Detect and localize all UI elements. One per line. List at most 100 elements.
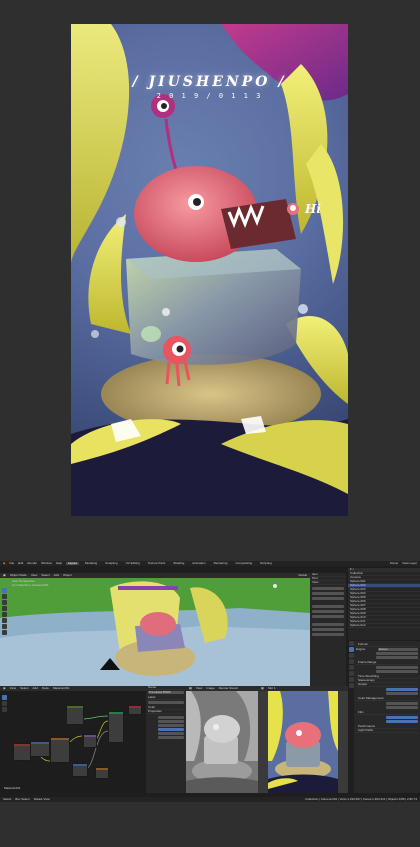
location-z-field[interactable] (312, 597, 344, 600)
node-bump[interactable] (72, 763, 88, 777)
tab-modeling[interactable]: Modeling (83, 561, 99, 565)
image-editor-type-icon[interactable]: ▦ (189, 686, 192, 690)
node-menu-view[interactable]: View (10, 686, 16, 690)
prop-section-film[interactable]: Film (356, 711, 418, 716)
sampling-viewport-field[interactable] (376, 656, 418, 660)
prop-section-color-management[interactable]: Color Management (356, 697, 418, 702)
frame-end-field[interactable] (376, 670, 418, 674)
render-view[interactable] (258, 691, 348, 793)
node-side-label-properties[interactable]: Properties (146, 710, 186, 714)
cursor-tool-icon[interactable] (2, 594, 7, 599)
editor-type-icon[interactable]: ▣ (3, 573, 6, 577)
image-menu-view[interactable]: View (196, 686, 202, 690)
object-properties-icon[interactable] (349, 671, 354, 676)
scale-y-field[interactable] (312, 628, 344, 631)
render-slot-label[interactable]: Slot 1 (268, 686, 276, 690)
measure-tool-icon[interactable] (2, 630, 7, 635)
view-transform-field[interactable] (386, 702, 418, 706)
output-toggle-field[interactable] (386, 688, 418, 692)
tab-shading[interactable]: Shading (171, 561, 186, 565)
render-properties-icon[interactable] (349, 641, 354, 646)
modifier-properties-icon[interactable] (349, 677, 354, 682)
rotation-x-field[interactable] (312, 605, 344, 608)
tab-layout[interactable]: Layout (66, 561, 80, 566)
render-engine-dropdown[interactable]: Eevee (378, 648, 418, 651)
film-transparent-field[interactable] (386, 720, 418, 724)
rotation-z-field[interactable] (312, 615, 344, 618)
node-noise-texture[interactable] (95, 767, 109, 779)
scale-x-field[interactable] (312, 623, 344, 626)
node-prop-field-6[interactable] (158, 736, 184, 739)
prop-section-frame-range[interactable]: Frame Range (356, 661, 418, 666)
node-prop-field-5[interactable] (158, 732, 184, 735)
sampling-render-field[interactable] (376, 652, 418, 656)
node-prop-field-3[interactable] (158, 724, 184, 727)
prop-section-output[interactable]: Output (356, 683, 418, 688)
node-color-ramp[interactable] (66, 705, 84, 725)
viewport-menu-select[interactable]: Select (41, 573, 49, 577)
viewport-3d[interactable]: User Perspective (1) Collection | Camera… (0, 578, 310, 686)
tab-sculpting[interactable]: Sculpting (103, 561, 119, 565)
node-menu-select[interactable]: Select (20, 686, 28, 690)
scale-tool-icon[interactable] (2, 612, 7, 617)
node-prop-field-1[interactable] (158, 716, 184, 719)
viewport-menu-object[interactable]: Object (63, 573, 72, 577)
world-properties-icon[interactable] (349, 665, 354, 670)
node-editor-type-icon[interactable]: ◉ (3, 686, 6, 690)
node-label-field[interactable] (148, 701, 184, 704)
scene-properties-icon[interactable] (349, 659, 354, 664)
node-prop-field-2[interactable] (158, 720, 184, 723)
node-menu-node[interactable]: Node (42, 686, 49, 690)
viewport-menu-view[interactable]: View (31, 573, 37, 577)
render-editor-type-icon[interactable]: ▦ (261, 686, 264, 690)
annotate-tool-icon[interactable] (2, 624, 7, 629)
scale-z-field[interactable] (312, 633, 344, 636)
film-filter-field[interactable] (386, 716, 418, 720)
material-selector[interactable]: Material.001 (53, 686, 70, 690)
tab-uv-editing[interactable]: UV Editing (124, 561, 142, 565)
transform-tool-icon[interactable] (2, 618, 7, 623)
select-tool-icon[interactable] (2, 588, 7, 593)
tab-scripting[interactable]: Scripting (258, 561, 274, 565)
output-properties-icon[interactable] (349, 647, 354, 652)
look-field[interactable] (386, 706, 418, 710)
node-prop-field-4[interactable] (158, 728, 184, 731)
rotate-tool-icon[interactable] (2, 606, 7, 611)
transform-orientation-dropdown[interactable]: Global (298, 573, 307, 577)
view-layer-selector[interactable]: View Layer (402, 561, 417, 565)
node-mix-rgb[interactable] (83, 734, 97, 748)
node-principled-bsdf[interactable] (108, 711, 124, 743)
menu-edit[interactable]: Edit (18, 561, 23, 565)
node-image-texture[interactable] (50, 737, 70, 763)
view-layer-properties-icon[interactable] (349, 653, 354, 658)
image-slot-selector[interactable]: Render Result (219, 686, 238, 690)
viewport-menu-add[interactable]: Add (54, 573, 59, 577)
rotation-y-field[interactable] (312, 610, 344, 613)
node-editor-canvas[interactable]: Material.001 (0, 691, 146, 793)
frame-start-field[interactable] (376, 666, 418, 670)
scene-selector[interactable]: Scene (390, 561, 399, 565)
node-menu-add[interactable]: Add (32, 686, 37, 690)
prop-section-light-paths[interactable]: Light Paths (356, 729, 418, 734)
outliner-item[interactable]: Sphere.012 (348, 624, 420, 628)
menu-file[interactable]: File (9, 561, 14, 565)
move-tool-icon[interactable] (2, 600, 7, 605)
object-mode-dropdown[interactable]: Object Mode (10, 573, 27, 577)
image-menu-image[interactable]: Image (206, 686, 214, 690)
node-material-output[interactable] (128, 705, 142, 715)
tab-texture-paint[interactable]: Texture Paint (146, 561, 168, 565)
location-y-field[interactable] (312, 592, 344, 595)
output-format-field[interactable] (386, 692, 418, 696)
node-name-field[interactable]: Principled BSDF (148, 691, 184, 694)
menu-render[interactable]: Render (27, 561, 37, 565)
material-properties-icon[interactable] (349, 683, 354, 688)
tab-animation[interactable]: Animation (190, 561, 207, 565)
node-mapping[interactable] (30, 741, 50, 757)
tab-rendering[interactable]: Rendering (212, 561, 230, 565)
node-texture-coordinate[interactable] (13, 743, 31, 761)
tab-compositing[interactable]: Compositing (233, 561, 254, 565)
menu-window[interactable]: Window (41, 561, 52, 565)
menu-help[interactable]: Help (56, 561, 62, 565)
clay-render-view[interactable] (186, 691, 258, 793)
blender-logo-icon[interactable]: ◆ (3, 561, 5, 565)
